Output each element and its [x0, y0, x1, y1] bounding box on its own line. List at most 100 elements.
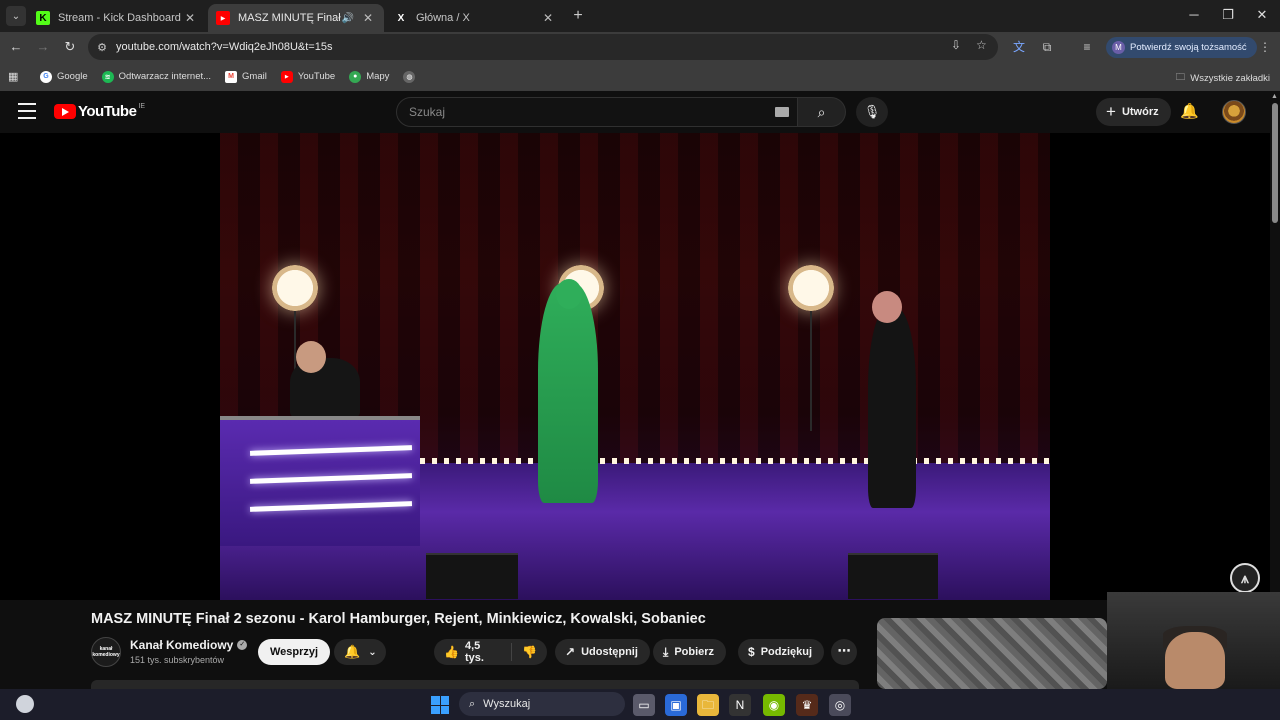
- start-button[interactable]: [431, 696, 449, 714]
- bookmark-globe[interactable]: ◍: [403, 70, 420, 83]
- stage-monitor: [426, 553, 518, 599]
- chevron-down-icon: ⌄: [11, 10, 21, 22]
- spotify-icon: ≋: [101, 70, 114, 83]
- reload-button[interactable]: ↻: [60, 37, 80, 57]
- bookmark-label: Mapy: [366, 71, 390, 82]
- create-button[interactable]: + Utwórz: [1096, 98, 1171, 126]
- chrome-icon[interactable]: ◎: [829, 694, 851, 716]
- tab-search-button[interactable]: ⌄: [6, 6, 26, 26]
- account-avatar[interactable]: [1222, 100, 1246, 124]
- forward-button[interactable]: →: [33, 37, 53, 57]
- tab-kick-dashboard[interactable]: K Stream - Kick Dashboard ✕: [28, 4, 206, 32]
- keyboard-icon[interactable]: [775, 107, 789, 117]
- bookmark-google[interactable]: G Google: [40, 70, 88, 83]
- url-text[interactable]: youtube.com/watch?v=Wdiq2eJh08U&t=15s: [116, 41, 332, 53]
- youtube-masthead: YouTube IE Szukaj ⌕ 🎙 + Utwórz 🔔: [0, 91, 1270, 133]
- tab-x-home[interactable]: X Główna / X ✕: [386, 4, 564, 32]
- guide-menu-icon[interactable]: [18, 103, 36, 119]
- tab-close-icon[interactable]: ✕: [182, 11, 198, 25]
- thanks-label: Podziękuj: [760, 646, 813, 658]
- search-placeholder: Szukaj: [409, 105, 446, 119]
- maps-pin-icon: ●: [349, 70, 362, 83]
- streaming-app-icon[interactable]: ♛: [796, 694, 818, 716]
- bookmark-youtube[interactable]: ▶ YouTube: [280, 70, 336, 83]
- all-bookmarks-label: Wszystkie zakładki: [1190, 72, 1270, 84]
- bookmark-star-icon[interactable]: ☆: [976, 38, 987, 52]
- support-button[interactable]: Wesprzyj: [258, 639, 331, 665]
- stage-monitor: [848, 553, 938, 599]
- tab-close-icon[interactable]: ✕: [360, 11, 376, 25]
- task-view-icon[interactable]: ▭: [633, 694, 655, 716]
- tab-title: Główna / X: [416, 12, 470, 24]
- extensions-icon[interactable]: ⧉: [1038, 38, 1056, 56]
- channel-avatar[interactable]: kanał komediowy: [91, 637, 121, 667]
- video-frame[interactable]: [220, 133, 1050, 600]
- dislike-button[interactable]: 👎: [512, 645, 547, 659]
- youtube-icon: ▶: [280, 70, 293, 83]
- download-button[interactable]: ⤓ Pobierz: [653, 639, 727, 665]
- scroll-up-icon[interactable]: ▲: [1271, 93, 1278, 100]
- more-actions-button[interactable]: ⋯: [831, 639, 857, 665]
- description-box[interactable]: [91, 680, 859, 689]
- share-label: Udostępnij: [581, 646, 638, 658]
- speaker-icon[interactable]: 🔊: [342, 13, 354, 24]
- gmail-icon: M: [225, 70, 238, 83]
- weather-widget-icon[interactable]: [16, 695, 34, 713]
- all-bookmarks-button[interactable]: 🗀 Wszystkie zakładki: [1176, 70, 1270, 86]
- install-app-icon[interactable]: ⇩: [951, 38, 961, 52]
- site-info-icon[interactable]: ⚙: [88, 41, 116, 54]
- media-controls-icon[interactable]: ≡: [1078, 38, 1096, 56]
- host-head: [872, 291, 902, 323]
- notifications-bell-icon[interactable]: 🔔: [1180, 102, 1199, 120]
- menu-kebab-icon[interactable]: ⋮: [1256, 38, 1274, 56]
- subscriber-count: 151 tys. subskrybentów: [130, 655, 225, 665]
- new-tab-button[interactable]: +: [568, 6, 588, 26]
- tab-close-icon[interactable]: ✕: [540, 11, 556, 25]
- notion-icon[interactable]: N: [729, 694, 751, 716]
- google-icon: G: [40, 70, 52, 83]
- thanks-button[interactable]: $ Podziękuj: [738, 639, 825, 665]
- bookmark-label: Google: [57, 71, 88, 82]
- like-button[interactable]: 👍 4,5 tys.: [434, 640, 513, 664]
- search-icon: ⌕: [469, 697, 476, 710]
- share-button[interactable]: ↗ Udostępnij: [555, 639, 650, 665]
- youtube-play-icon: [54, 104, 76, 119]
- minimize-button[interactable]: ─: [1177, 0, 1211, 30]
- share-icon: ↗: [565, 645, 576, 659]
- channel-name-link[interactable]: Kanał Komediowy ✓: [130, 638, 248, 652]
- back-button[interactable]: ←: [6, 37, 26, 57]
- verified-check-icon: ✓: [237, 640, 248, 650]
- create-label: Utwórz: [1121, 106, 1159, 118]
- bookmark-label: YouTube: [297, 71, 336, 82]
- bookmarks-bar: ▦ G Google ≋ Odtwarzacz internet... M Gm…: [0, 62, 1280, 91]
- video-player-area[interactable]: ⩚: [0, 133, 1270, 600]
- recommended-video-thumbnail[interactable]: [877, 618, 1107, 689]
- windows-taskbar: ⌕ Wyszukaj ▭ ▣ 🗀 N ◉ ♛ ◎: [0, 689, 1280, 720]
- channel-watermark-icon[interactable]: ⩚: [1230, 563, 1260, 593]
- scrollbar-thumb[interactable]: [1272, 103, 1278, 223]
- store-icon[interactable]: ▣: [665, 694, 687, 716]
- subscription-bell-button[interactable]: 🔔 ⌄: [334, 639, 386, 665]
- close-window-button[interactable]: ✕: [1245, 0, 1279, 30]
- youtube-logo-text: YouTube: [78, 103, 137, 120]
- search-input[interactable]: Szukaj: [396, 97, 798, 127]
- youtube-logo[interactable]: YouTube IE: [54, 103, 145, 120]
- taskbar-search-label: Wyszukaj: [483, 698, 531, 710]
- restore-button[interactable]: ❐: [1211, 0, 1245, 30]
- verify-identity-button[interactable]: M Potwierdź swoją tożsamość: [1106, 37, 1257, 58]
- tab-youtube-video[interactable]: ▶ MASZ MINUTĘ Finał 2 sezonu 🔊 ✕: [208, 4, 384, 32]
- stage-lights: [420, 458, 1050, 464]
- voice-search-button[interactable]: 🎙: [856, 97, 888, 127]
- address-bar[interactable]: ⚙ youtube.com/watch?v=Wdiq2eJh08U&t=15s: [88, 34, 998, 60]
- taskbar-search[interactable]: ⌕ Wyszukaj: [459, 692, 625, 716]
- bookmark-maps[interactable]: ● Mapy: [349, 70, 390, 83]
- browser-toolbar: ← → ↻ ⚙ youtube.com/watch?v=Wdiq2eJh08U&…: [0, 32, 1280, 62]
- bookmark-spotify-player[interactable]: ≋ Odtwarzacz internet...: [101, 70, 211, 83]
- apps-grid-icon[interactable]: ▦: [8, 70, 18, 83]
- file-explorer-icon[interactable]: 🗀: [697, 694, 719, 716]
- search-button[interactable]: ⌕: [798, 97, 846, 127]
- stage-lamp: [788, 265, 834, 431]
- translate-icon[interactable]: 文: [1010, 38, 1028, 56]
- nvidia-icon[interactable]: ◉: [763, 694, 785, 716]
- bookmark-gmail[interactable]: M Gmail: [225, 70, 267, 83]
